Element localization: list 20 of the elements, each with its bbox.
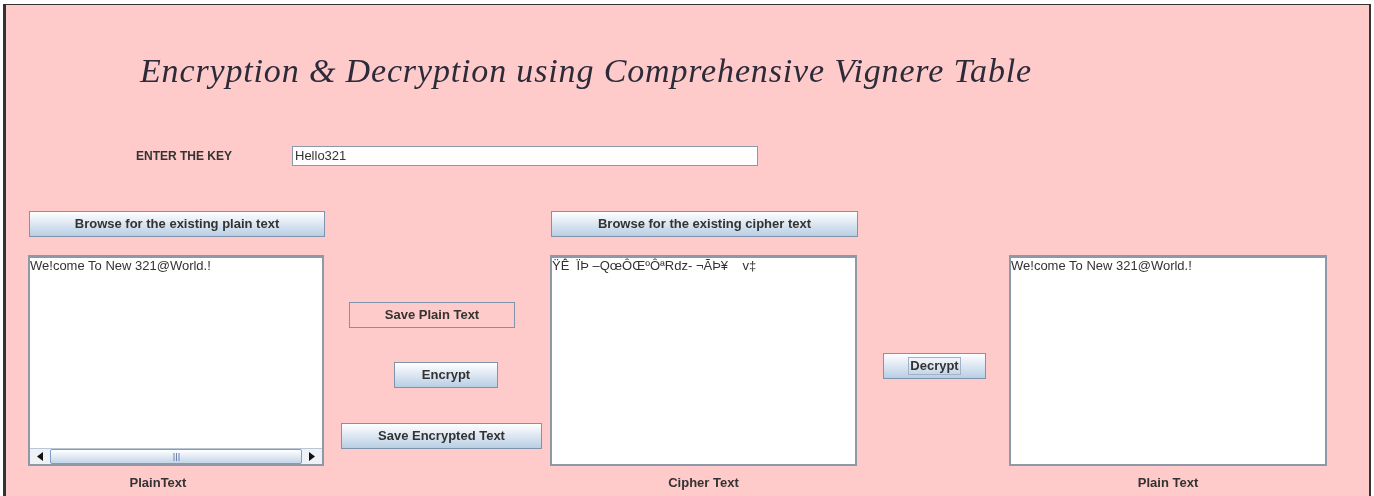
- horizontal-scrollbar[interactable]: [30, 448, 322, 464]
- left-arrow-icon: [37, 452, 43, 461]
- decrypt-button[interactable]: Decrypt: [883, 353, 986, 379]
- app-title: Encryption & Decryption using Comprehensive Vignere Table: [140, 51, 1032, 91]
- panel-caption: PlainText: [129, 474, 187, 492]
- grip-icon: [172, 452, 180, 461]
- right-arrow-icon: [309, 452, 315, 461]
- browse-button[interactable]: Browse for the existing cipher text: [551, 211, 858, 237]
- key-input-field[interactable]: Hello321: [292, 146, 758, 166]
- browse-button[interactable]: Browse for the existing plain text: [29, 211, 325, 237]
- scroll-thumb[interactable]: [50, 449, 302, 464]
- action-button[interactable]: Save Plain Text: [349, 302, 515, 328]
- text-area[interactable]: ŸÊ ÏÞ ‒QœÔŒºÔªRdz- ¬ÃÞ¥ v‡: [550, 255, 857, 466]
- action-button[interactable]: Save Encrypted Text: [341, 423, 542, 449]
- panel-caption: Cipher Text: [668, 474, 739, 492]
- key-label: ENTER THE KEY: [136, 148, 233, 165]
- text-area[interactable]: We!come To New 321@World.!: [1009, 255, 1327, 466]
- panel-caption: Plain Text: [1137, 474, 1199, 492]
- text-area[interactable]: We!come To New 321@World.!: [28, 255, 324, 466]
- action-button[interactable]: Encrypt: [394, 362, 498, 388]
